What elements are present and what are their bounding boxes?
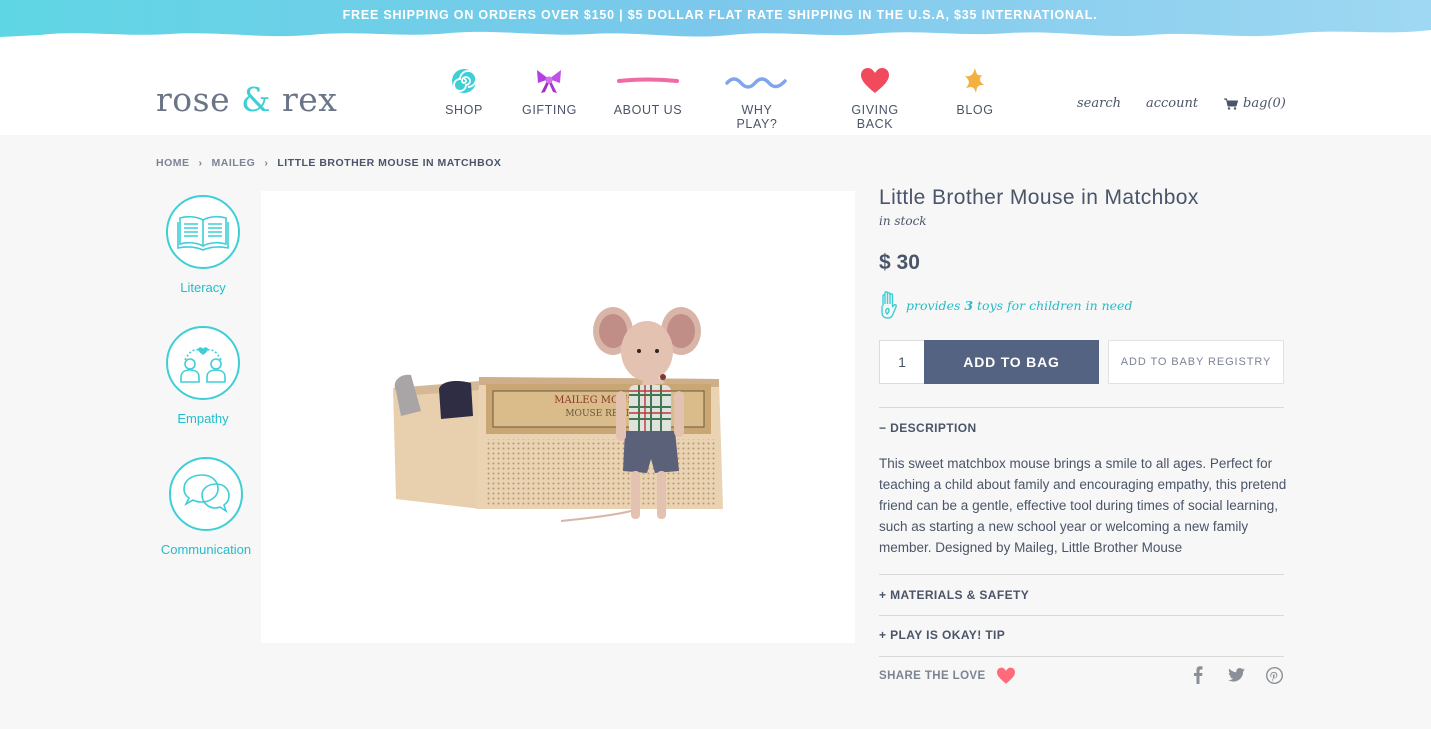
bag-label: bag(0) bbox=[1243, 96, 1286, 111]
share-section: SHARE THE LOVE bbox=[879, 667, 1016, 685]
share-label: SHARE THE LOVE bbox=[879, 670, 986, 682]
divider bbox=[879, 574, 1284, 575]
breadcrumb-separator: › bbox=[264, 157, 269, 169]
value-communication[interactable]: Communication bbox=[151, 457, 261, 557]
bag-link[interactable]: bag(0) bbox=[1224, 96, 1286, 111]
nav-why-play[interactable]: WHY PLAY? bbox=[720, 64, 794, 131]
promo-banner: FREE SHIPPING ON ORDERS OVER $150 | $5 D… bbox=[0, 0, 1431, 42]
line-icon bbox=[613, 64, 683, 98]
book-icon bbox=[166, 195, 240, 269]
site-logo[interactable]: rose & rex bbox=[156, 82, 337, 118]
divider bbox=[879, 656, 1284, 657]
twitter-icon[interactable] bbox=[1228, 668, 1245, 687]
search-link[interactable]: search bbox=[1077, 96, 1121, 111]
wave-icon bbox=[720, 64, 794, 98]
hand-icon bbox=[881, 291, 897, 319]
nav-blog[interactable]: BLOG bbox=[955, 64, 995, 117]
nav-shop[interactable]: SHOP bbox=[444, 64, 484, 117]
provides-suffix: toys for children in need bbox=[973, 297, 1133, 313]
breadcrumb-separator: › bbox=[198, 157, 203, 169]
breadcrumb-home[interactable]: HOME bbox=[156, 157, 190, 169]
divider bbox=[879, 407, 1284, 408]
value-literacy[interactable]: Literacy bbox=[148, 195, 258, 295]
site-header: rose & rex SHOP GIFTING ABOUT US WHY PLA… bbox=[0, 42, 1431, 135]
product-image[interactable]: MAILEG MOUSE MOUSE REST bbox=[261, 191, 855, 643]
nav-label-giving-back: GIVING BACK bbox=[851, 103, 899, 131]
nav-label-gifting: GIFTING bbox=[522, 103, 577, 117]
value-label-literacy: Literacy bbox=[180, 280, 226, 295]
heart-icon bbox=[833, 64, 917, 98]
play-tip-accordion-header[interactable]: + PLAY IS OKAY! TIP bbox=[879, 628, 1005, 642]
provides-prefix: provides bbox=[906, 297, 965, 313]
value-empathy[interactable]: Empathy bbox=[148, 326, 258, 426]
speech-bubbles-icon bbox=[169, 457, 243, 531]
people-heart-icon bbox=[166, 326, 240, 400]
nav-about-us[interactable]: ABOUT US bbox=[613, 64, 683, 117]
promo-text: FREE SHIPPING ON ORDERS OVER $150 | $5 D… bbox=[342, 8, 1098, 22]
nav-label-about-us: ABOUT US bbox=[613, 103, 683, 117]
account-link[interactable]: account bbox=[1146, 96, 1198, 111]
star-icon bbox=[955, 64, 995, 98]
provides-toys-note: provides 3 toys for children in need bbox=[879, 290, 1132, 320]
svg-text:MAILEG MOUSE: MAILEG MOUSE bbox=[554, 395, 642, 406]
nav-gifting[interactable]: GIFTING bbox=[522, 64, 576, 117]
description-accordion-header[interactable]: − DESCRIPTION bbox=[879, 421, 977, 435]
nav-giving-back[interactable]: GIVING BACK bbox=[833, 64, 917, 131]
logo-text-rex: rex bbox=[270, 80, 338, 119]
quantity-input[interactable] bbox=[879, 340, 924, 384]
provides-text: provides 3 toys for children in need bbox=[906, 298, 1132, 313]
provides-count: 3 bbox=[964, 297, 974, 313]
pinterest-icon[interactable] bbox=[1266, 667, 1283, 689]
stock-status: in stock bbox=[879, 214, 927, 228]
facebook-icon[interactable] bbox=[1193, 666, 1203, 689]
nav-label-why-play: WHY PLAY? bbox=[736, 103, 778, 131]
logo-ampersand: & bbox=[241, 80, 271, 119]
nav-label-shop: SHOP bbox=[445, 103, 483, 117]
add-to-bag-button[interactable]: ADD TO BAG bbox=[924, 340, 1099, 384]
breadcrumb-maileg[interactable]: MAILEG bbox=[212, 157, 256, 169]
bow-icon bbox=[522, 64, 576, 98]
nav-label-blog: BLOG bbox=[956, 103, 994, 117]
add-to-baby-registry-button[interactable]: ADD TO BABY REGISTRY bbox=[1108, 340, 1284, 384]
materials-safety-accordion-header[interactable]: + MATERIALS & SAFETY bbox=[879, 588, 1029, 602]
product-title: Little Brother Mouse in Matchbox bbox=[879, 186, 1199, 209]
spiral-icon bbox=[444, 64, 484, 98]
heart-icon bbox=[996, 667, 1015, 684]
divider bbox=[879, 615, 1284, 616]
description-text: This sweet matchbox mouse brings a smile… bbox=[879, 456, 1287, 555]
product-price: $ 30 bbox=[879, 251, 920, 274]
breadcrumb: HOME › MAILEG › LITTLE BROTHER MOUSE IN … bbox=[156, 157, 501, 169]
logo-text-rose: rose bbox=[156, 80, 242, 119]
cart-icon bbox=[1224, 98, 1238, 110]
value-label-empathy: Empathy bbox=[177, 411, 229, 426]
breadcrumb-current: LITTLE BROTHER MOUSE IN MATCHBOX bbox=[277, 157, 502, 169]
value-label-communication: Communication bbox=[160, 542, 252, 557]
product-image-frame: MAILEG MOUSE MOUSE REST bbox=[261, 191, 855, 643]
